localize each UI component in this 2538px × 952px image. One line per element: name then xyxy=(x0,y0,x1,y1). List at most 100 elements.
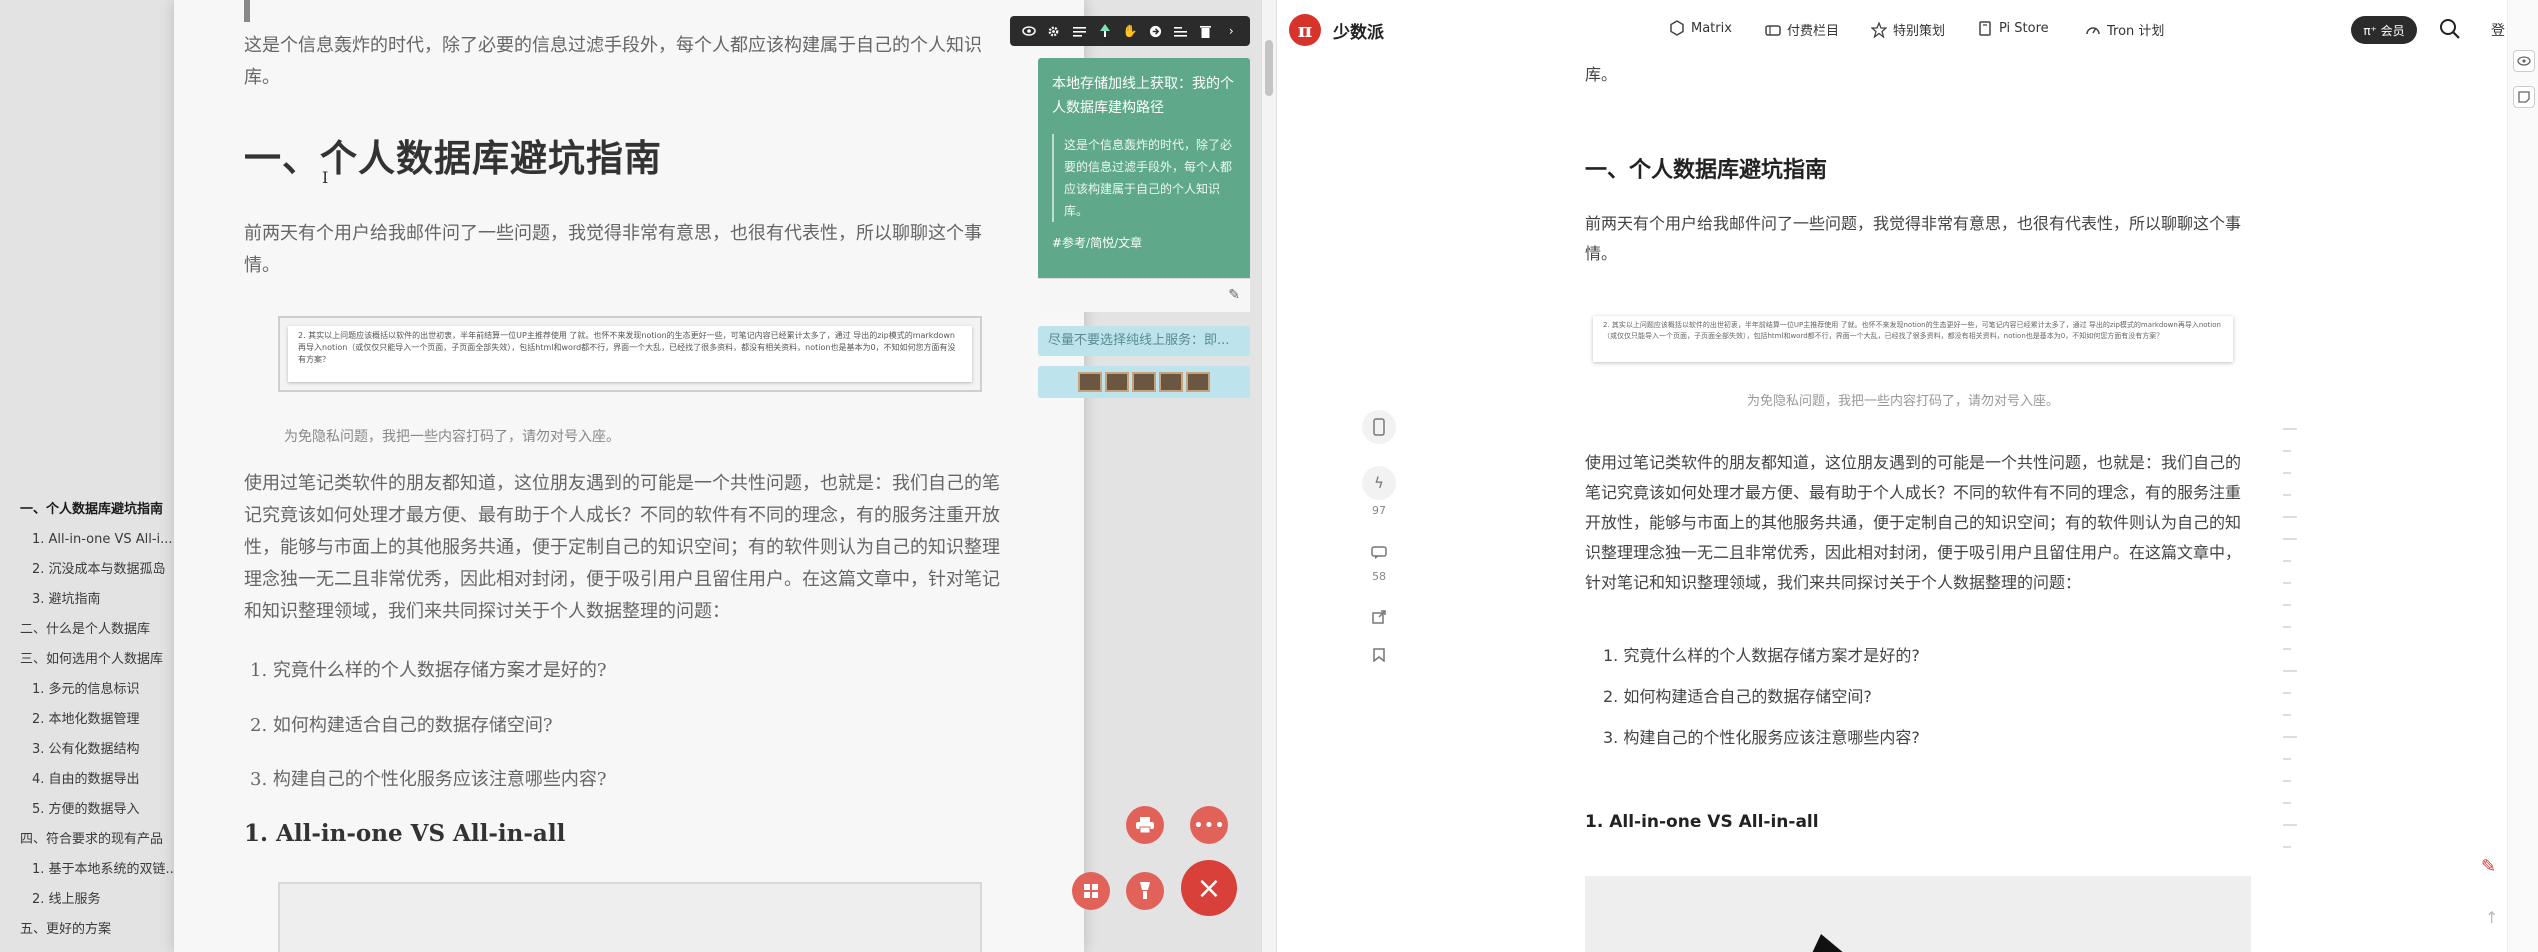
bag-icon xyxy=(1979,21,1991,36)
annotation-footer: ✎ xyxy=(1038,278,1250,312)
nav-tron[interactable]: Tron 计划 xyxy=(2085,20,2164,39)
nav-matrix[interactable]: Matrix xyxy=(1669,20,1732,36)
rail-mark xyxy=(2283,780,2291,782)
toc-item[interactable]: 二、什么是个人数据库 xyxy=(0,615,182,645)
toc-item[interactable]: 一、个人数据库避坑指南 xyxy=(0,495,182,525)
annotation-tag[interactable]: #参考/简悦/文章 xyxy=(1052,234,1236,251)
chevron-right-icon[interactable]: › xyxy=(1223,23,1239,39)
toc-item[interactable]: 2. 本地化数据管理 xyxy=(0,705,182,735)
site-brand[interactable]: 少数派 xyxy=(1333,18,1384,43)
text-cursor-icon: I xyxy=(322,168,329,187)
eye-icon[interactable] xyxy=(1021,23,1037,39)
toc-item[interactable]: 5. 方便的数据导入 xyxy=(0,795,182,825)
highlight-button[interactable] xyxy=(1126,872,1164,910)
nav-paid-columns[interactable]: 付费栏目 xyxy=(1765,20,1839,39)
list-icon[interactable] xyxy=(1071,23,1087,39)
pencil-icon[interactable]: ✎ xyxy=(1228,287,1240,303)
comment-button[interactable]: 58 xyxy=(1359,540,1399,583)
article-heading-1: 一、个人数据库避坑指南 xyxy=(1585,158,1828,183)
annotation-card[interactable]: 本地存储加线上获取：我的个人数据库建构路径 这是个信息轰炸的时代，除了必要的信息… xyxy=(1038,58,1250,308)
more-button[interactable]: ••• xyxy=(1190,806,1228,844)
reader-pane: 一、个人数据库避坑指南 1. All-in-one VS All-i... 2. 沉… xyxy=(0,0,1276,952)
grid-button[interactable] xyxy=(1072,872,1110,910)
toc-item[interactable]: 1. 多元的信息标识 xyxy=(0,675,182,705)
thumbnail-box xyxy=(1078,372,1102,392)
image-shape xyxy=(1807,934,1857,952)
rail-mark xyxy=(2283,714,2291,716)
nav-pi-store[interactable]: Pi Store xyxy=(1977,20,2049,36)
image-caption: 为免隐私问题，我把一些内容打码了，请勿对号入座。 xyxy=(1747,394,2060,409)
image-screenshot-text: 2. 其实以上问题应该概括以软件的出世初衷，半年前结算一位UP主推荐使用 了就。… xyxy=(288,326,972,382)
scroll-marker xyxy=(244,0,250,22)
pane-scrollbar[interactable] xyxy=(1261,0,1276,952)
phone-icon xyxy=(1362,410,1396,444)
rail-mark xyxy=(2283,670,2297,672)
rail-mark xyxy=(2283,428,2297,430)
scrollbar-thumb[interactable] xyxy=(1265,40,1273,96)
gauge-icon xyxy=(2086,26,2100,34)
print-button[interactable] xyxy=(1126,806,1164,844)
toc-item[interactable]: 五、更好的方案 xyxy=(0,915,182,945)
paragraph-2: 使用过笔记类软件的朋友都知道，这位朋友遇到的可能是一个共性问题，也就是：我们自己… xyxy=(1585,453,2242,592)
tree-icon[interactable] xyxy=(1097,23,1113,39)
toc-item[interactable]: 3. 避坑指南 xyxy=(0,585,182,615)
share-button[interactable] xyxy=(1359,604,1399,630)
gear-icon[interactable] xyxy=(1046,23,1062,39)
image-caption: 为免隐私问题，我把一些内容打码了，请勿对号入座。 xyxy=(284,429,620,445)
bookmark-icon xyxy=(1362,642,1396,668)
note-icon[interactable] xyxy=(2513,86,2535,108)
eye-icon[interactable] xyxy=(2513,50,2535,72)
close-button[interactable]: × xyxy=(1181,860,1237,916)
bookmark-button[interactable] xyxy=(1359,642,1399,668)
article-image: 2. 其实以上问题应该概括以软件的出世初衷，半年前结算一位UP主推荐使用 了就。… xyxy=(278,316,982,392)
rail-mark xyxy=(2283,450,2291,452)
list-item: 2. 如何构建适合自己的数据存储空间? xyxy=(250,715,553,736)
charge-button[interactable]: ϟ 97 xyxy=(1359,466,1399,517)
share-icon xyxy=(1362,604,1396,630)
hand-icon[interactable]: ✋ xyxy=(1122,23,1138,39)
annotation-mini-card[interactable]: 尽量不要选择纯线上服务：即... xyxy=(1038,326,1250,356)
extension-strip: ‹ xyxy=(2507,0,2538,952)
rail-mark xyxy=(2283,516,2297,518)
toc-item[interactable]: 3. 公有化数据结构 xyxy=(0,735,182,765)
annotation-quote: 这是个信息轰炸的时代，除了必要的信息过滤手段外，每个人都应该构建属于自己的个人知… xyxy=(1052,134,1236,222)
login-link[interactable]: 登 xyxy=(2491,20,2505,40)
toc-item[interactable]: 四、符合要求的现有产品 xyxy=(0,825,182,855)
nav-special[interactable]: 特别策划 xyxy=(1871,20,1945,39)
thumbnail-box xyxy=(1132,372,1156,392)
rail-mark xyxy=(2283,560,2291,562)
member-button[interactable]: π⁺ 会员 xyxy=(2351,16,2417,44)
trash-icon[interactable] xyxy=(1198,23,1214,39)
annotation-image-card[interactable] xyxy=(1038,366,1250,398)
rail-mark xyxy=(2283,846,2291,848)
paragraph-1: 前两天有个用户给我邮件问了一些问题，我觉得非常有意思，也很有代表性，所以聊聊这个… xyxy=(1585,214,2242,263)
toc-item[interactable]: 1. 基于本地系统的双链... xyxy=(0,855,182,885)
search-icon[interactable] xyxy=(2439,18,2461,40)
comment-count: 58 xyxy=(1372,570,1386,583)
outline-rail[interactable] xyxy=(2283,428,2297,948)
article-image-bottom xyxy=(1585,876,2251,952)
edit-pencil-icon[interactable]: ✎ xyxy=(2481,856,2496,877)
table-of-contents: 一、个人数据库避坑指南 1. All-in-one VS All-i... 2. 沉… xyxy=(0,495,182,945)
toc-item[interactable]: 1. All-in-one VS All-i... xyxy=(0,525,182,555)
paragraph-2: 使用过笔记类软件的朋友都知道，这位朋友遇到的可能是一个共性问题，也就是：我们自己… xyxy=(244,473,1000,622)
reader-article: 这是个信息轰炸的时代，除了必要的信息过滤手段外，每个人都应该构建属于自己的个人知… xyxy=(174,0,1084,952)
site-logo[interactable]: π xyxy=(1289,14,1321,46)
rail-mark xyxy=(2283,736,2297,738)
mobile-read-button[interactable] xyxy=(1359,410,1399,444)
nav-label: 付费栏目 xyxy=(1787,24,1840,39)
toc-item[interactable]: 2. 沉没成本与数据孤岛 xyxy=(0,555,182,585)
article-image: 2. 其实以上问题应该概括以软件的出世初衷，半年前结算一位UP主推荐使用 了就。… xyxy=(1593,316,2233,362)
toc-item[interactable]: 2. 线上服务 xyxy=(0,885,182,915)
toc-item[interactable]: 三、如何选用个人数据库 xyxy=(0,645,182,675)
thumbnail-box xyxy=(1105,372,1129,392)
align-icon[interactable] xyxy=(1173,23,1189,39)
back-to-top-icon[interactable]: ↑ xyxy=(2485,908,2498,927)
paragraph-1: 前两天有个用户给我邮件问了一些问题，我觉得非常有意思，也很有代表性，所以聊聊这个… xyxy=(244,223,982,276)
rail-mark xyxy=(2283,802,2291,804)
website-pane: π 少数派 Matrix 付费栏目 特别策划 Pi Store Tron 计划 … xyxy=(1276,0,2538,952)
share-icon[interactable] xyxy=(1147,23,1163,39)
rail-mark xyxy=(2283,626,2291,628)
hexagon-icon xyxy=(1670,20,1684,36)
toc-item[interactable]: 4. 自由的数据导出 xyxy=(0,765,182,795)
